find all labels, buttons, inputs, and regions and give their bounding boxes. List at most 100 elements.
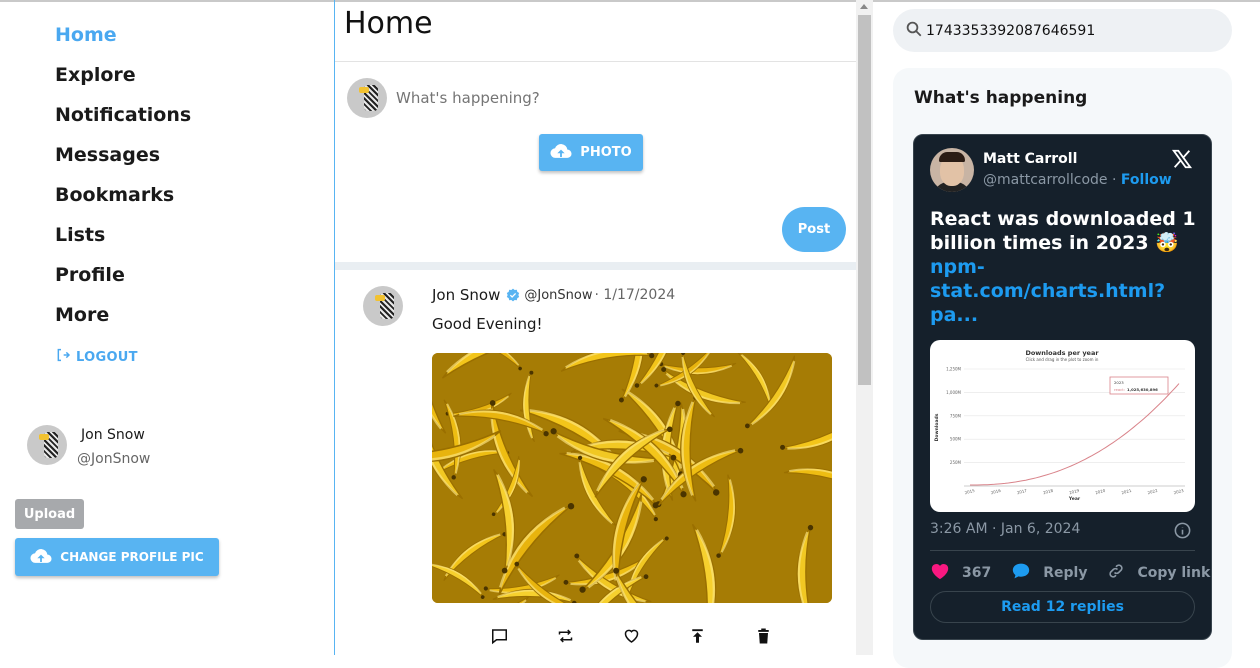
whats-happening-panel: What's happening Matt Carroll @mattcarro… [893, 68, 1232, 668]
heart-filled-icon [930, 562, 950, 584]
read-replies-button[interactable]: Read 12 replies [930, 591, 1195, 623]
downloads-series-line [970, 383, 1180, 486]
divider [335, 61, 856, 62]
compose-input[interactable] [396, 88, 836, 108]
nav-notifications[interactable]: Notifications [55, 102, 191, 142]
bananas-photo[interactable] [432, 353, 832, 603]
cloud-upload-icon [30, 548, 52, 567]
embed-timestamp[interactable]: 3:26 AM · Jan 6, 2024 [930, 521, 1080, 537]
nav-explore[interactable]: Explore [55, 62, 191, 102]
chart-subtitle: Click and drag in the plot to zoom in [1026, 357, 1099, 362]
user-profile-card[interactable]: Jon Snow @JonSnow [27, 425, 150, 467]
embed-link[interactable]: npm-stat.com/charts.html?pa... [930, 256, 1165, 326]
embedded-tweet[interactable]: Matt Carroll @mattcarrollcode · Follow R… [913, 134, 1212, 640]
panel-title: What's happening [914, 88, 1088, 108]
tooltip-value: 1,025,630,896 [1127, 387, 1158, 392]
tweet-actions [490, 626, 773, 646]
x-tick-label: 2020 [1095, 488, 1107, 496]
nav-lists[interactable]: Lists [55, 222, 191, 262]
main-nav: Home Explore Notifications Messages Book… [55, 22, 191, 342]
x-axis-label: Year [1068, 496, 1081, 502]
x-tick-label: 2018 [1042, 488, 1054, 496]
separator: · [1107, 172, 1121, 188]
left-sidebar: Home Explore Notifications Messages Book… [0, 0, 334, 655]
search-bar[interactable] [893, 9, 1232, 52]
embed-author-handle-row: @mattcarrollcode · Follow [983, 172, 1172, 188]
nav-messages[interactable]: Messages [55, 142, 191, 182]
change-profile-pic-button[interactable]: CHANGE PROFILE PIC [15, 538, 219, 576]
x-tick-label: 2015 [964, 488, 976, 496]
info-icon[interactable] [1173, 521, 1192, 544]
avatar [27, 425, 67, 465]
y-tick-label: 1,000M [946, 390, 961, 395]
tweet-header: Jon Snow @JonSnow · 1/17/2024 [432, 286, 675, 304]
embed-author-name[interactable]: Matt Carroll [983, 151, 1077, 167]
embed-author-handle: @mattcarrollcode [983, 172, 1108, 188]
change-profile-pic-label: CHANGE PROFILE PIC [60, 550, 204, 564]
nav-profile[interactable]: Profile [55, 262, 191, 302]
scrollbar-thumb[interactable] [858, 15, 871, 385]
x-logo-icon[interactable] [1171, 148, 1193, 174]
verified-badge-icon [506, 288, 520, 302]
x-tick-label: 2021 [1121, 488, 1133, 496]
embed-text-body: React was downloaded 1 billion times in … [930, 208, 1196, 254]
like-button[interactable]: 367 [930, 562, 991, 584]
link-icon [1107, 562, 1125, 584]
user-name: Jon Snow [81, 427, 145, 443]
photo-label: PHOTO [580, 145, 632, 160]
tweet-author-handle: @JonSnow [524, 287, 593, 303]
y-tick-label: 1,250M [946, 367, 961, 372]
downloads-chart: Downloads per yearClick and drag in the … [934, 349, 1185, 502]
post-button[interactable]: Post [782, 207, 846, 252]
x-tick-label: 2023 [1173, 488, 1185, 496]
tooltip-year: 2023 [1114, 380, 1124, 385]
like-count: 367 [962, 565, 992, 581]
reply-label: Reply [1043, 565, 1088, 581]
page-title: Home [344, 6, 433, 41]
x-tick-label: 2016 [990, 488, 1002, 496]
avatar [347, 78, 387, 118]
delete-icon[interactable] [754, 626, 773, 646]
logout-label: LOGOUT [76, 349, 138, 365]
nav-home[interactable]: Home [55, 22, 191, 62]
logout-icon [55, 347, 71, 367]
search-input[interactable] [926, 22, 1216, 39]
reply-bubble-icon [1011, 562, 1031, 584]
nav-bookmarks[interactable]: Bookmarks [55, 182, 191, 222]
user-handle: @JonSnow [77, 451, 151, 467]
scroll-up-arrow-icon[interactable] [860, 4, 868, 9]
x-tick-label: 2022 [1147, 488, 1159, 496]
heart-icon[interactable] [622, 626, 641, 646]
y-tick-label: 500M [950, 437, 962, 442]
avatar[interactable] [930, 148, 974, 192]
photo-button[interactable]: PHOTO [539, 134, 643, 171]
tweet-date: · 1/17/2024 [594, 287, 676, 303]
retweet-icon[interactable] [556, 626, 575, 646]
embed-chart-image[interactable]: Downloads per year Click and drag in the … [930, 340, 1195, 512]
reply-button[interactable]: Reply [1011, 562, 1087, 584]
cloud-upload-icon [550, 143, 572, 163]
copy-link-label: Copy link [1137, 565, 1211, 581]
embed-actions: 367 Reply Copy link [930, 562, 1211, 584]
tweet-author-name[interactable]: Jon Snow [432, 286, 500, 304]
logout-button[interactable]: LOGOUT [55, 347, 138, 367]
y-tick-label: 250M [950, 460, 962, 465]
y-axis-label: Downloads [934, 413, 940, 441]
x-tick-label: 2017 [1016, 488, 1028, 496]
copy-link-button[interactable]: Copy link [1107, 562, 1210, 584]
search-icon [905, 20, 923, 42]
avatar[interactable] [363, 286, 403, 326]
nav-more[interactable]: More [55, 302, 191, 342]
upload-button[interactable]: Upload [15, 499, 84, 529]
share-icon[interactable] [688, 626, 707, 646]
main-feed: Home PHOTO Post Jon Snow @JonSnow · 1/17… [334, 0, 856, 655]
scrollbar[interactable] [856, 0, 873, 655]
embed-text: React was downloaded 1 billion times in … [930, 207, 1200, 327]
follow-link[interactable]: Follow [1121, 172, 1172, 188]
divider [930, 550, 1195, 551]
divider [335, 262, 856, 270]
chart-title: Downloads per year [1025, 349, 1099, 357]
tweet-text: Good Evening! [432, 315, 543, 333]
x-tick-label: 2019 [1069, 488, 1081, 496]
comment-icon[interactable] [490, 626, 509, 646]
